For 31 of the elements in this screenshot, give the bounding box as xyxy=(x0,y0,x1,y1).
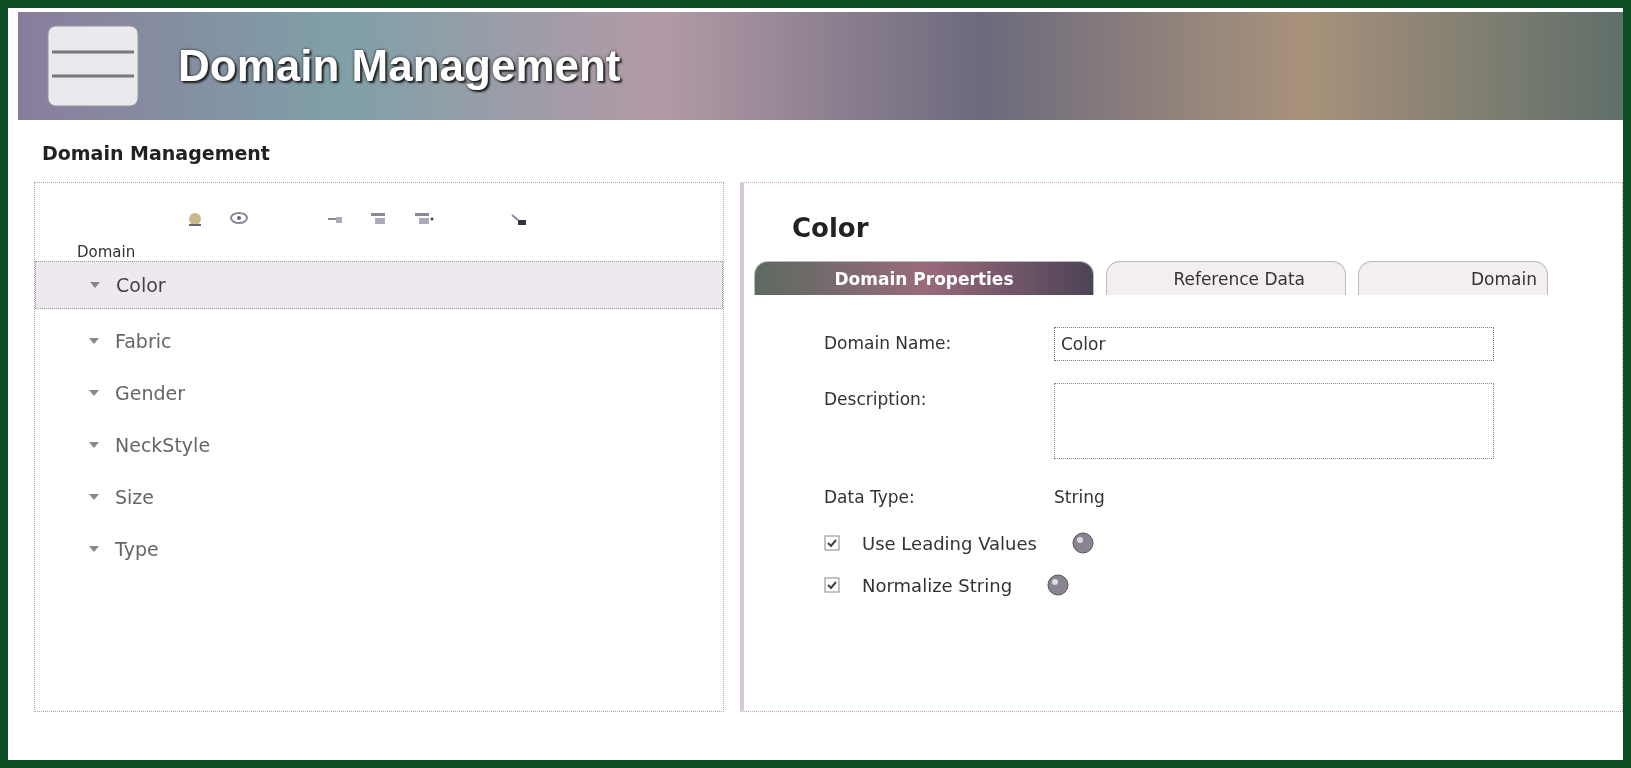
help-icon[interactable] xyxy=(1046,573,1071,597)
domain-name: Color xyxy=(116,274,166,296)
field-label: Description: xyxy=(824,388,928,409)
domain-name: Fabric xyxy=(115,330,172,352)
banner-title: Domain Management xyxy=(178,41,621,91)
help-icon[interactable] xyxy=(1070,531,1095,555)
domain-title: Color xyxy=(792,213,870,243)
domain-item[interactable]: Color xyxy=(35,261,723,309)
field-label: Data Type: xyxy=(824,486,916,507)
description-field[interactable] xyxy=(1054,383,1494,459)
tab[interactable]: Domain Properties xyxy=(754,261,1094,295)
list-header: Domain xyxy=(77,243,137,261)
option-label: Normalize String xyxy=(862,574,1013,596)
checkbox[interactable] xyxy=(824,577,840,593)
domain-item[interactable]: Fabric xyxy=(35,315,723,367)
domain-name: Gender xyxy=(115,382,186,404)
option-label: Use Leading Values xyxy=(862,532,1037,554)
domain-item[interactable]: NeckStyle xyxy=(35,419,723,471)
domain-name-field[interactable]: Color xyxy=(1054,327,1494,361)
tab[interactable]: Domain xyxy=(1358,261,1548,295)
data-type-value: String xyxy=(1054,486,1106,507)
domain-name: NeckStyle xyxy=(115,434,211,456)
tab[interactable]: Reference Data xyxy=(1106,261,1346,295)
domain-name: Size xyxy=(115,486,154,508)
field-label: Domain Name: xyxy=(824,332,953,353)
checkbox[interactable] xyxy=(824,535,840,551)
domain-item[interactable]: Type xyxy=(35,523,723,575)
page-title: Domain Management xyxy=(42,142,271,164)
domain-name: Type xyxy=(115,538,159,560)
domain-item[interactable]: Gender xyxy=(35,367,723,419)
domain-item[interactable]: Size xyxy=(35,471,723,523)
